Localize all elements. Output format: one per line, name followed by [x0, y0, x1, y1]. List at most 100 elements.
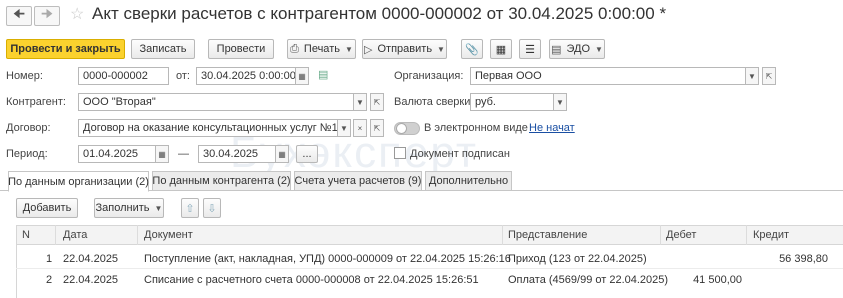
chevron-down-icon: ▼: [748, 71, 756, 81]
structure-button[interactable]: ▦: [490, 39, 512, 59]
table-header: [16, 225, 843, 245]
tab-counterparty-data[interactable]: По данным контрагента (2): [152, 171, 291, 191]
post-and-close-button[interactable]: Провести и закрыть: [6, 39, 125, 59]
back-button[interactable]: 🠈: [6, 6, 32, 26]
print-button[interactable]: ⎙ Печать ▼: [287, 39, 356, 59]
document-icon: ☰: [525, 43, 535, 56]
cell-debit: 41 500,00: [693, 274, 742, 286]
electronic-label: В электронном виде: [424, 122, 528, 134]
period-dash: —: [178, 148, 189, 160]
paperclip-icon: 📎: [465, 43, 479, 56]
period-from-field[interactable]: 01.04.2025: [78, 145, 156, 163]
calendar-icon: ▦: [278, 149, 286, 159]
arrow-left-icon: 🠈: [12, 6, 26, 21]
org-open-button[interactable]: ⇱: [762, 67, 776, 85]
row-divider: [16, 268, 843, 269]
period-select-button[interactable]: ...: [296, 145, 318, 163]
add-row-button[interactable]: Добавить: [16, 198, 78, 218]
arrow-down-icon: ⇩: [207, 202, 217, 215]
org-field[interactable]: Первая ООО: [470, 67, 746, 85]
send-icon: ▷: [364, 43, 373, 56]
set-time-icon[interactable]: ▤: [318, 68, 328, 81]
chevron-down-icon: ▼: [344, 44, 353, 54]
period-label: Период:: [6, 148, 48, 160]
page-title: Акт сверки расчетов с контрагентом 0000-…: [92, 4, 667, 23]
fill-button[interactable]: Заполнить ▼: [94, 198, 164, 218]
cell-date: 22.04.2025: [63, 253, 119, 265]
currency-dropdown-button[interactable]: ▼: [553, 93, 567, 111]
column-separator: [137, 225, 138, 245]
counterparty-dropdown-button[interactable]: ▼: [353, 93, 367, 111]
period-from-calendar-button[interactable]: ▦: [155, 145, 169, 163]
org-dropdown-button[interactable]: ▼: [745, 67, 759, 85]
electronic-status-link[interactable]: Не начат: [529, 122, 575, 134]
open-icon: ⇱: [373, 123, 381, 133]
chevron-down-icon: ▼: [340, 123, 348, 133]
currency-label: Валюта сверки:: [394, 96, 474, 108]
send-button[interactable]: ▷ Отправить ▼: [362, 39, 447, 59]
contract-dropdown-button[interactable]: ▼: [337, 119, 351, 137]
column-header-debit[interactable]: Дебет: [666, 229, 696, 241]
tab-accounts[interactable]: Счета учета расчетов (9): [294, 171, 422, 191]
cell-document: Списание с расчетного счета 0000-000008 …: [144, 274, 479, 286]
column-separator: [55, 225, 56, 245]
signed-label: Документ подписан: [410, 148, 510, 160]
calendar-button[interactable]: ▦: [295, 67, 309, 85]
contract-open-button[interactable]: ⇱: [370, 119, 384, 137]
table-left-border: [16, 225, 17, 298]
org-label: Организация:: [394, 70, 464, 82]
counterparty-field[interactable]: ООО "Вторая": [78, 93, 354, 111]
contract-label: Договор:: [6, 122, 51, 134]
star-icon[interactable]: ☆: [70, 4, 84, 24]
signed-checkbox[interactable]: [394, 147, 406, 159]
number-label: Номер:: [6, 70, 43, 82]
from-label: от:: [176, 70, 190, 82]
move-up-button[interactable]: ⇧: [181, 198, 199, 218]
contract-clear-button[interactable]: ×: [353, 119, 367, 137]
period-to-calendar-button[interactable]: ▦: [275, 145, 289, 163]
cell-credit: 56 398,80: [779, 253, 828, 265]
column-header-n[interactable]: N: [22, 229, 30, 241]
contract-field[interactable]: Договор на оказание консультационных усл…: [78, 119, 338, 137]
chevron-down-icon: ▼: [595, 44, 603, 54]
arrow-up-icon: ⇧: [185, 202, 195, 215]
period-to-field[interactable]: 30.04.2025: [198, 145, 276, 163]
chevron-down-icon: ▼: [154, 203, 163, 213]
cell-document: Поступление (акт, накладная, УПД) 0000-0…: [144, 253, 511, 265]
post-button[interactable]: Провести: [208, 39, 274, 59]
open-icon: ⇱: [373, 97, 381, 107]
open-icon: ⇱: [765, 71, 773, 81]
currency-field[interactable]: руб.: [470, 93, 554, 111]
column-header-credit[interactable]: Кредит: [753, 229, 789, 241]
column-header-document[interactable]: Документ: [144, 229, 193, 241]
counterparty-open-button[interactable]: ⇱: [370, 93, 384, 111]
tab-additional[interactable]: Дополнительно: [425, 171, 512, 191]
save-button[interactable]: Записать: [131, 39, 195, 59]
close-icon: ×: [357, 123, 363, 133]
electronic-toggle[interactable]: [394, 122, 420, 135]
column-header-representation[interactable]: Представление: [508, 229, 587, 241]
attach-button[interactable]: 📎: [461, 39, 483, 59]
structure-icon: ▦: [495, 43, 507, 56]
cell-n: 2: [46, 274, 53, 286]
cell-date: 22.04.2025: [63, 274, 119, 286]
edo-button[interactable]: ▤ ЭДО ▼: [549, 39, 605, 59]
edo-icon: ▤: [551, 43, 562, 56]
forward-button[interactable]: 🠊: [34, 6, 60, 26]
tab-organization-data[interactable]: По данным организации (2): [8, 171, 149, 192]
column-header-date[interactable]: Дата: [63, 229, 87, 241]
number-field[interactable]: 0000-000002: [78, 67, 169, 85]
cell-representation: Оплата (4569/99 от 22.04.2025): [508, 274, 669, 286]
column-separator: [502, 225, 503, 245]
chevron-down-icon: ▼: [556, 97, 564, 107]
chevron-down-icon: ▼: [356, 97, 364, 107]
date-field[interactable]: 30.04.2025 0:00:00: [196, 67, 296, 85]
move-down-button[interactable]: ⇩: [203, 198, 221, 218]
column-separator: [746, 225, 747, 245]
calendar-icon: ▦: [158, 149, 166, 159]
cell-n: 1: [46, 253, 53, 265]
chevron-down-icon: ▼: [437, 44, 445, 54]
report-button[interactable]: ☰: [519, 39, 541, 59]
arrow-right-icon: 🠊: [40, 6, 54, 21]
counterparty-label: Контрагент:: [6, 96, 66, 108]
